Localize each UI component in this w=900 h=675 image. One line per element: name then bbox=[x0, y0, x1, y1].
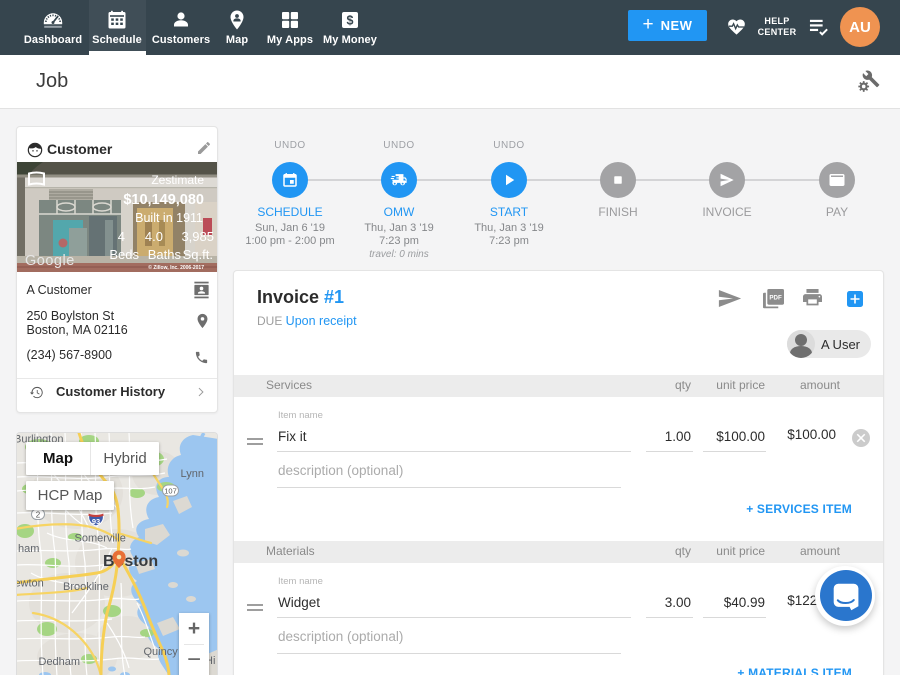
svg-text:$: $ bbox=[347, 14, 354, 28]
svg-text:3,985: 3,985 bbox=[181, 229, 214, 244]
svg-text:107: 107 bbox=[164, 487, 177, 496]
svg-text:Zestimate: Zestimate bbox=[151, 173, 204, 187]
svg-text:Brookline: Brookline bbox=[63, 581, 109, 593]
svg-text:Baths: Baths bbox=[148, 247, 182, 262]
svg-text:Built in 1911: Built in 1911 bbox=[135, 211, 203, 225]
svg-text:$10,149,080: $10,149,080 bbox=[123, 192, 204, 208]
svg-text:Dedham: Dedham bbox=[39, 656, 81, 668]
svg-text:ham: ham bbox=[18, 543, 39, 555]
svg-text:PDF: PDF bbox=[769, 294, 782, 301]
svg-text:Beds: Beds bbox=[109, 247, 139, 262]
svg-text:Somerville: Somerville bbox=[75, 533, 126, 545]
svg-text:Boston: Boston bbox=[103, 553, 158, 570]
svg-text:© Zillow, Inc. 2006-2017: © Zillow, Inc. 2006-2017 bbox=[148, 264, 204, 271]
svg-text:4.0: 4.0 bbox=[145, 229, 163, 244]
svg-text:4: 4 bbox=[118, 229, 125, 244]
svg-text:Lynn: Lynn bbox=[181, 468, 204, 480]
svg-text:Google: Google bbox=[25, 253, 75, 269]
svg-text:Sq.ft.: Sq.ft. bbox=[183, 247, 213, 262]
svg-text:93: 93 bbox=[92, 517, 100, 526]
svg-text:Newton: Newton bbox=[17, 578, 44, 590]
svg-text:Quincy: Quincy bbox=[144, 646, 179, 658]
svg-text:2: 2 bbox=[36, 511, 41, 520]
